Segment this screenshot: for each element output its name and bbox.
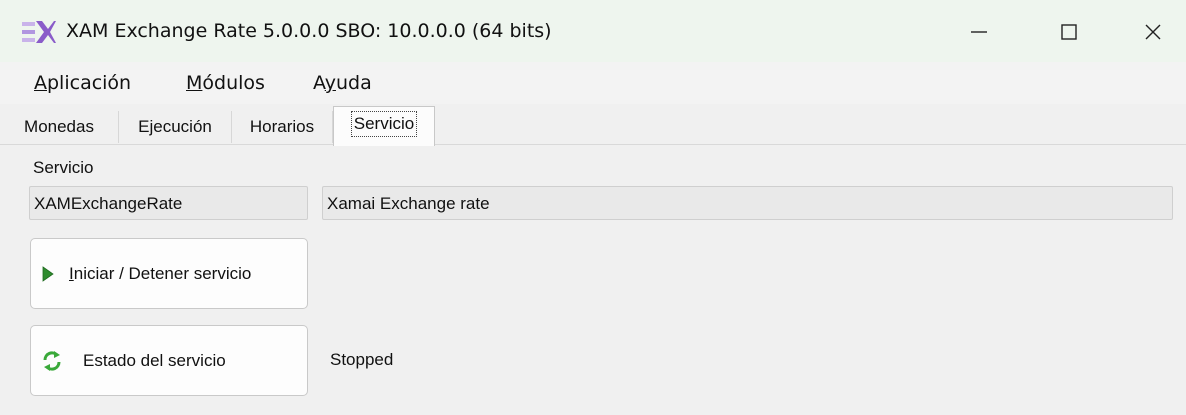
title-bar[interactable]: XAM Exchange Rate 5.0.0.0 SBO: 10.0.0.0 … bbox=[0, 0, 1186, 62]
play-icon bbox=[41, 266, 55, 287]
start-stop-service-label: Iniciar / Detener servicio bbox=[69, 264, 252, 283]
close-button[interactable] bbox=[1130, 12, 1176, 52]
maximize-icon bbox=[1061, 24, 1077, 40]
xam-logo-icon bbox=[22, 19, 56, 45]
tab-horarios[interactable]: Horarios bbox=[232, 111, 333, 143]
service-name-field: XAMExchangeRate bbox=[29, 186, 308, 220]
service-status-value: Stopped bbox=[330, 350, 394, 369]
minimize-button[interactable] bbox=[956, 12, 1002, 52]
maximize-button[interactable] bbox=[1046, 12, 1092, 52]
menu-modulos[interactable]: Módulos bbox=[186, 71, 265, 95]
tab-servicio[interactable]: Servicio bbox=[333, 106, 435, 146]
tab-ejecucion[interactable]: Ejecución bbox=[119, 111, 232, 143]
menu-ayuda[interactable]: Ayuda bbox=[313, 71, 372, 95]
service-status-button[interactable]: Estado del servicio bbox=[30, 325, 308, 396]
tab-monedas[interactable]: Monedas bbox=[0, 111, 119, 143]
tab-divider bbox=[0, 144, 1186, 145]
tab-servicio-label: Servicio bbox=[350, 111, 418, 137]
start-stop-service-button[interactable]: Iniciar / Detener servicio bbox=[30, 238, 308, 309]
service-description-field: Xamai Exchange rate bbox=[322, 186, 1173, 220]
service-status-label: Estado del servicio bbox=[83, 351, 226, 370]
menu-aplicacion[interactable]: Aplicación bbox=[34, 71, 131, 95]
close-icon bbox=[1145, 24, 1161, 40]
minimize-icon bbox=[971, 31, 987, 33]
menu-bar: Aplicación Módulos Ayuda bbox=[0, 62, 1186, 104]
window-title: XAM Exchange Rate 5.0.0.0 SBO: 10.0.0.0 … bbox=[66, 20, 552, 42]
refresh-icon bbox=[41, 350, 63, 377]
servicio-group-label: Servicio bbox=[33, 158, 94, 177]
